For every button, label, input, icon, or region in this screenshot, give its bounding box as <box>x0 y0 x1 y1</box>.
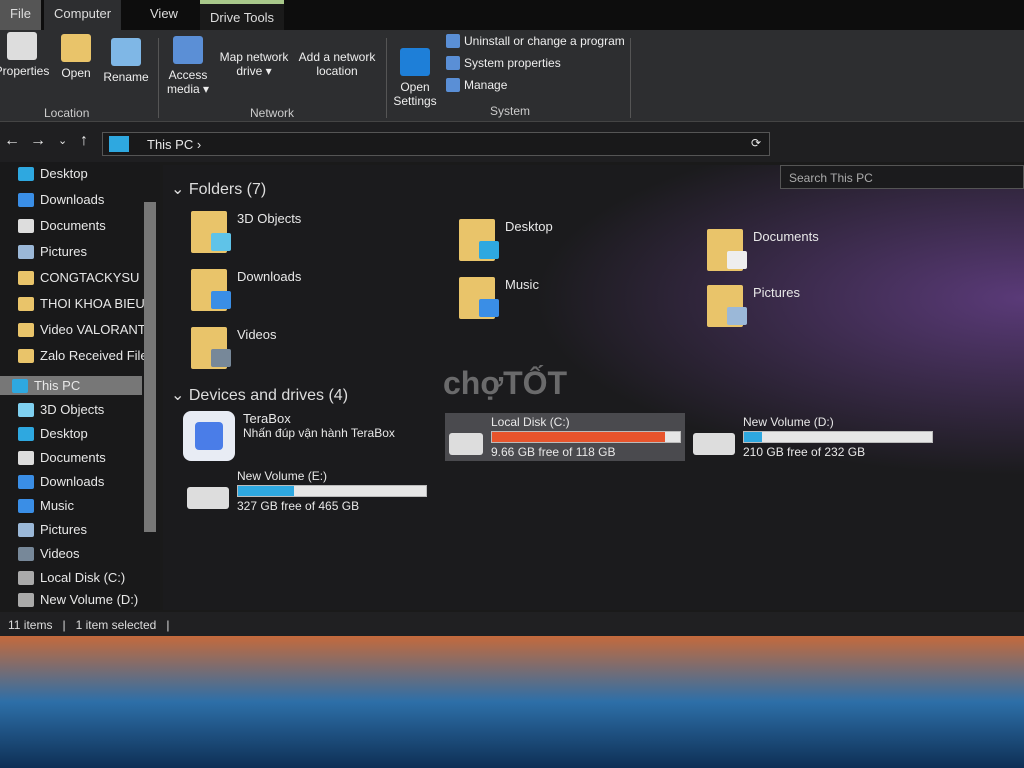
tab-view[interactable]: View <box>140 0 188 30</box>
drive-icon <box>187 487 229 509</box>
breadcrumb-this-pc[interactable]: This PC <box>147 137 193 152</box>
refresh-icon[interactable]: ⟳ <box>751 136 761 150</box>
drive-local-disk-c[interactable]: Local Disk (C:) 9.66 GB free of 118 GB <box>445 413 685 461</box>
item-count: 11 items <box>8 618 53 632</box>
sidebar-pc-music[interactable]: Music <box>18 498 158 513</box>
sidebar-pc-downloads[interactable]: Downloads <box>18 474 158 489</box>
sidebar-pc-new-volume-d[interactable]: New Volume (D:) <box>18 592 158 607</box>
navigation-pane: Desktop Downloads Documents Pictures CON… <box>0 162 160 610</box>
rename-button[interactable]: Rename <box>100 38 152 84</box>
folder-pictures[interactable]: Pictures <box>707 285 800 327</box>
drive-usage-bar <box>237 485 427 497</box>
terabox-icon <box>183 411 235 461</box>
open-settings-button[interactable]: Open Settings <box>392 48 438 108</box>
sidebar-item-video-valorant[interactable]: Video VALORANT <box>18 322 158 337</box>
sidebar-item-congtackysu[interactable]: CONGTACKYSU <box>18 270 158 285</box>
sidebar-item-desktop[interactable]: Desktop <box>18 166 158 181</box>
desktop-wallpaper <box>0 636 1024 768</box>
ribbon: Properties Open Rename Location Access m… <box>0 30 1024 122</box>
tab-file[interactable]: File <box>0 0 41 30</box>
this-pc-icon <box>109 136 129 152</box>
drive-new-volume-d[interactable]: New Volume (D:) 210 GB free of 232 GB <box>693 415 933 459</box>
tab-computer[interactable]: Computer <box>44 0 122 30</box>
ribbon-tabs: File Computer View Drive Tools <box>0 0 1024 30</box>
drive-usage-bar <box>491 431 681 443</box>
folders-section-header[interactable]: ⌄ Folders (7) <box>171 179 266 199</box>
system-properties-button[interactable]: System properties <box>446 56 561 70</box>
selected-count: 1 item selected <box>75 618 157 632</box>
sidebar-item-documents[interactable]: Documents <box>18 218 158 233</box>
up-button[interactable]: ↑ <box>80 132 88 150</box>
content-pane: ⌄ Folders (7) 3D Objects Desktop Documen… <box>163 165 1024 610</box>
sidebar-item-pictures[interactable]: Pictures <box>18 244 158 259</box>
folder-desktop[interactable]: Desktop <box>459 219 553 261</box>
folder-3d-objects[interactable]: 3D Objects <box>191 211 301 253</box>
manage-button[interactable]: Manage <box>446 78 507 92</box>
system-group-label: System <box>490 104 531 118</box>
sidebar-pc-desktop[interactable]: Desktop <box>18 426 158 441</box>
map-network-drive-button[interactable]: Map network drive ▾ <box>214 50 294 78</box>
drive-usage-bar <box>743 431 933 443</box>
folder-music[interactable]: Music <box>459 277 539 319</box>
drive-new-volume-e[interactable]: New Volume (E:) 327 GB free of 465 GB <box>187 469 427 513</box>
breadcrumb-separator[interactable]: › <box>197 137 201 152</box>
drive-icon <box>449 433 483 455</box>
drive-terabox[interactable]: TeraBox Nhấn đúp vận hành TeraBox <box>183 411 395 461</box>
search-input[interactable]: Search This PC <box>780 165 1024 189</box>
sidebar-pc-local-disk-c[interactable]: Local Disk (C:) <box>18 570 158 585</box>
drive-usage-fill <box>744 432 762 442</box>
drive-name: Local Disk (C:) <box>491 415 570 429</box>
drives-section-header[interactable]: ⌄ Devices and drives (4) <box>171 385 348 405</box>
uninstall-icon <box>446 34 460 48</box>
drive-name: New Volume (D:) <box>743 415 834 429</box>
status-bar: 11 items | 1 item selected | <box>0 612 1024 636</box>
drive-icon <box>693 433 735 455</box>
drive-usage-fill <box>238 486 294 496</box>
sidebar-pc-3d-objects[interactable]: 3D Objects <box>18 402 158 417</box>
drive-free-space: 210 GB free of 232 GB <box>743 445 866 459</box>
sidebar-pc-videos[interactable]: Videos <box>18 546 158 561</box>
address-bar[interactable]: This PC › ⟳ <box>102 132 770 156</box>
drive-name: New Volume (E:) <box>237 469 328 483</box>
drive-free-space: 327 GB free of 465 GB <box>237 499 360 513</box>
access-media-button[interactable]: Access media ▾ <box>164 36 212 96</box>
sidebar-scrollbar[interactable] <box>144 202 156 532</box>
open-button[interactable]: Open <box>56 34 96 80</box>
watermark-logo: chợTỐT <box>443 365 568 401</box>
drive-usage-fill <box>492 432 665 442</box>
properties-button[interactable]: Properties <box>0 32 52 78</box>
folder-videos[interactable]: Videos <box>191 327 277 369</box>
add-network-location-button[interactable]: Add a network location <box>294 50 380 78</box>
sidebar-pc-pictures[interactable]: Pictures <box>18 522 158 537</box>
tab-drive-tools[interactable]: Drive Tools <box>200 0 285 30</box>
recent-locations-button[interactable]: ⌄ <box>58 134 67 147</box>
sidebar-item-downloads[interactable]: Downloads <box>18 192 158 207</box>
sidebar-pc-documents[interactable]: Documents <box>18 450 158 465</box>
sidebar-item-this-pc[interactable]: This PC <box>0 376 142 395</box>
sidebar-item-zalo[interactable]: Zalo Received Files <box>18 348 158 363</box>
network-group-label: Network <box>250 106 295 120</box>
location-group-label: Location <box>44 106 90 120</box>
manage-icon <box>446 78 460 92</box>
drive-free-space: 9.66 GB free of 118 GB <box>491 445 616 459</box>
folder-documents[interactable]: Documents <box>707 229 819 271</box>
back-button[interactable]: ← <box>4 132 20 150</box>
folder-downloads[interactable]: Downloads <box>191 269 301 311</box>
forward-button[interactable]: → <box>30 132 46 150</box>
uninstall-program-button[interactable]: Uninstall or change a program <box>446 34 625 48</box>
sidebar-item-thoi-khoa-bieu[interactable]: THOI KHOA BIEU <box>18 296 158 311</box>
system-properties-icon <box>446 56 460 70</box>
